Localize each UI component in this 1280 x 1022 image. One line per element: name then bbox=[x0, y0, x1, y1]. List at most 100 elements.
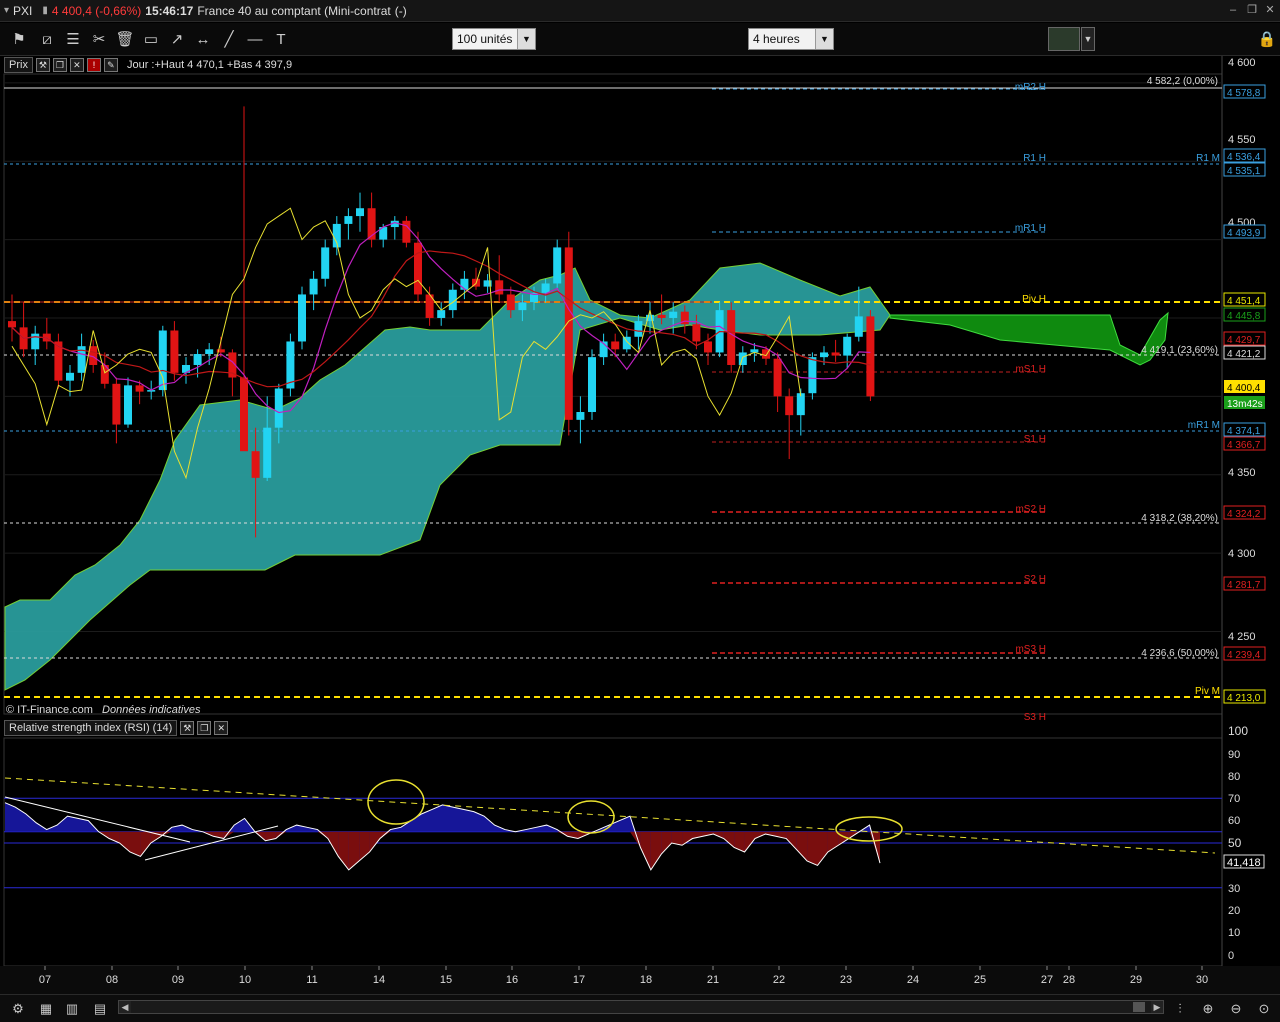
chart-canvas[interactable]: mR2 H R1 H mR1 H Piv H mS1 H S1 H mS2 H S2 H mS3… bbox=[0, 0, 1280, 1022]
candle-body bbox=[831, 352, 840, 356]
candle-body bbox=[553, 247, 562, 284]
price-tag-text: 4 445,8 bbox=[1227, 311, 1261, 322]
x-axis-date: 21 bbox=[707, 974, 719, 986]
pivot-label: mS1 H bbox=[1015, 364, 1046, 375]
rsi-axis-tick: 20 bbox=[1228, 905, 1240, 917]
zoom-reset-icon[interactable]: ⊙ bbox=[1254, 999, 1274, 1019]
candle-body bbox=[112, 383, 121, 425]
rsi-fill-lower bbox=[807, 831, 818, 866]
candle-body bbox=[135, 385, 144, 392]
fib-label: 4 318,2 (38,20%) bbox=[1141, 513, 1218, 524]
bars-zoom-icon[interactable]: ⫶ bbox=[1170, 999, 1190, 1019]
credit-note: Données indicatives bbox=[102, 704, 201, 716]
horizontal-scrollbar[interactable]: ◀ ▶ bbox=[118, 1000, 1164, 1014]
price-tag-text: 4 493,9 bbox=[1227, 228, 1261, 239]
pivot-label: mR1 H bbox=[1015, 223, 1046, 234]
x-axis-date: 16 bbox=[506, 974, 518, 986]
candle-body bbox=[240, 377, 248, 452]
price-tag-text: 4 535,1 bbox=[1227, 166, 1261, 177]
candle-body bbox=[8, 321, 16, 328]
candle-body bbox=[274, 388, 283, 428]
price-tag-text: 4 451,4 bbox=[1227, 296, 1261, 307]
price-axis-tick: 4 550 bbox=[1228, 134, 1256, 146]
x-axis-date: 28 bbox=[1063, 974, 1075, 986]
pivot-label: Piv H bbox=[1022, 294, 1046, 305]
pivot-label: mS2 H bbox=[1015, 504, 1046, 515]
x-axis-date: 24 bbox=[907, 974, 919, 986]
candle-body bbox=[495, 280, 504, 295]
candle-body bbox=[843, 336, 852, 356]
compare-icon[interactable]: ▥ bbox=[62, 999, 82, 1019]
candle-body bbox=[356, 208, 364, 217]
close-panel-icon[interactable]: ✕ bbox=[214, 721, 229, 735]
fib-label: 4 582,2 (0,00%) bbox=[1147, 76, 1218, 87]
pivot-label: S3 H bbox=[1024, 712, 1046, 723]
price-tag-text: 4 400,4 bbox=[1227, 383, 1261, 394]
candle-body bbox=[796, 393, 805, 416]
x-axis-date: 14 bbox=[373, 974, 385, 986]
candle-body bbox=[460, 278, 469, 290]
rsi-axis-tick: 100 bbox=[1228, 724, 1248, 738]
price-tag-text: 4 374,1 bbox=[1227, 426, 1261, 437]
pivot-label-monthly: mR1 M bbox=[1188, 420, 1220, 431]
zoom-in-icon[interactable]: ⊕ bbox=[1198, 999, 1218, 1019]
rsi-axis-tick: 50 bbox=[1228, 836, 1242, 850]
candle-body bbox=[634, 321, 643, 337]
rsi-panel-header: Relative strength index (RSI) (14) ⚒ ❐ ✕ bbox=[4, 720, 229, 736]
price-tag-text: 4 578,8 bbox=[1227, 88, 1261, 99]
bottom-bar: ⚙ ▦ ▥ ▤ ◀ ▶ ⫶ ⊕ ⊖ ⊙ bbox=[0, 994, 1280, 1022]
scroll-right-icon[interactable]: ▶ bbox=[1151, 1001, 1163, 1013]
scroll-thumb[interactable] bbox=[1133, 1002, 1145, 1012]
rsi-axis-tick: 80 bbox=[1228, 771, 1240, 783]
candle-body bbox=[402, 220, 411, 243]
candle-body bbox=[727, 310, 736, 365]
pivot-label: R1 H bbox=[1023, 153, 1046, 164]
price-tag-text: 4 324,2 bbox=[1227, 509, 1261, 520]
candle-body bbox=[170, 330, 179, 373]
candle-body bbox=[785, 396, 794, 416]
window-icon[interactable]: ❐ bbox=[197, 721, 212, 735]
price-axis-tick: 4 600 bbox=[1228, 57, 1256, 69]
candle-body bbox=[866, 316, 875, 397]
price-tag-text: 4 421,2 bbox=[1227, 349, 1261, 360]
rsi-axis-tick: 10 bbox=[1228, 927, 1240, 939]
candle-body bbox=[564, 247, 573, 420]
fib-label: 4 236,6 (50,00%) bbox=[1141, 648, 1218, 659]
pivot-label: mS3 H bbox=[1015, 644, 1046, 655]
candle-body bbox=[437, 310, 446, 318]
credit-text: © IT-Finance.com bbox=[6, 704, 93, 716]
x-axis-date: 15 bbox=[440, 974, 452, 986]
settings-wrench-icon[interactable]: ⚒ bbox=[180, 721, 195, 735]
candle-body bbox=[576, 412, 585, 420]
x-axis-date: 17 bbox=[573, 974, 585, 986]
price-tag-text: 13m42s bbox=[1227, 399, 1263, 410]
rsi-axis-tick: 0 bbox=[1228, 950, 1234, 962]
candle-body bbox=[124, 385, 132, 425]
x-axis-date: 10 bbox=[239, 974, 251, 986]
candle-body bbox=[854, 316, 863, 337]
candle-body bbox=[692, 324, 701, 342]
x-axis-date: 11 bbox=[306, 974, 317, 986]
zoom-out-icon[interactable]: ⊖ bbox=[1226, 999, 1246, 1019]
candle-body bbox=[321, 247, 330, 279]
price-tag-text: 4 239,4 bbox=[1227, 650, 1261, 661]
x-axis-date: 18 bbox=[640, 974, 652, 986]
palette-icon[interactable]: ▤ bbox=[90, 999, 110, 1019]
candle-body bbox=[344, 216, 353, 224]
credit: © IT-Finance.com Données indicatives bbox=[6, 704, 200, 716]
candle-body bbox=[657, 314, 666, 318]
drag-icon[interactable]: ⚙ bbox=[8, 999, 28, 1019]
x-axis-date: 27 bbox=[1041, 974, 1053, 986]
candle-body bbox=[506, 294, 515, 311]
candle-body bbox=[205, 349, 214, 355]
x-axis-date: 23 bbox=[840, 974, 852, 986]
chart-type-icon[interactable]: ▦ bbox=[36, 999, 56, 1019]
candle-body bbox=[367, 208, 376, 240]
candle-body bbox=[808, 357, 817, 394]
price-tag-text: 4 429,7 bbox=[1227, 335, 1261, 346]
x-axis-date: 29 bbox=[1130, 974, 1142, 986]
candle-body bbox=[541, 283, 550, 293]
price-axis-tick: 4 350 bbox=[1228, 467, 1256, 479]
price-axis-tick: 4 250 bbox=[1228, 631, 1256, 643]
scroll-left-icon[interactable]: ◀ bbox=[119, 1001, 131, 1013]
